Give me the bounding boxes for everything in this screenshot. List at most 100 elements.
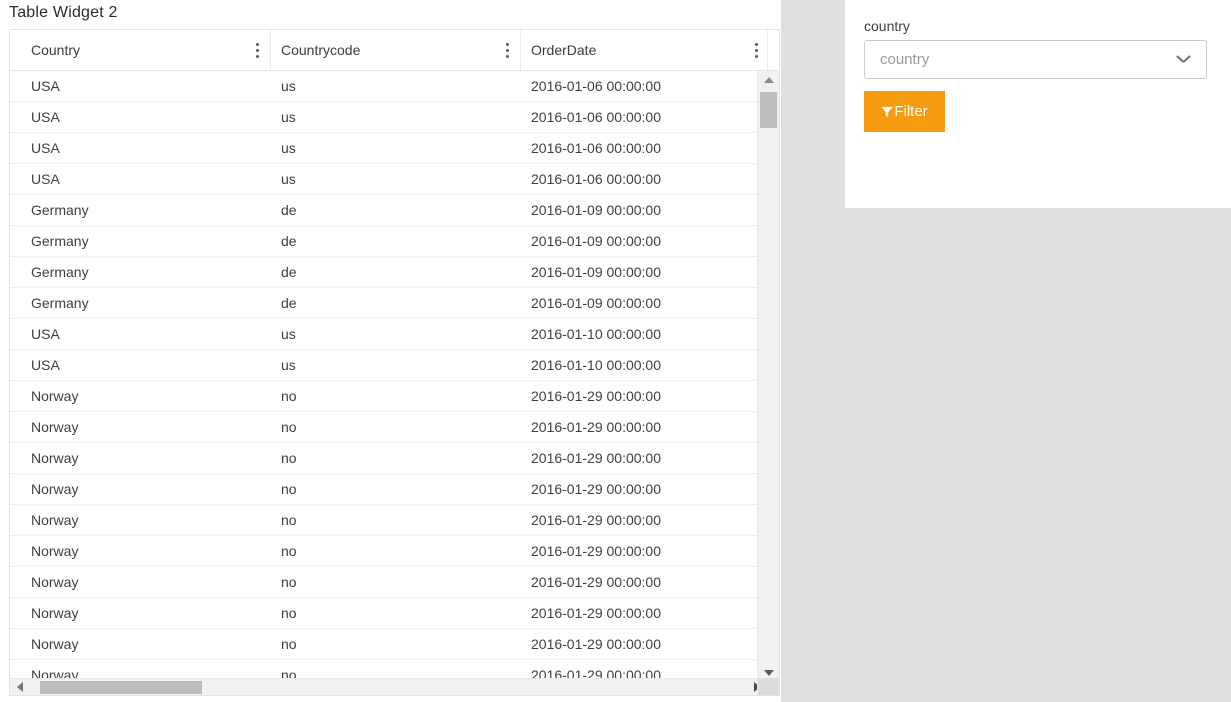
table-row[interactable]: Norway no 2016-01-29 00:00:00 <box>10 629 767 660</box>
cell-country: Norway <box>31 636 79 652</box>
cell-countrycode: us <box>281 326 296 342</box>
table-row[interactable]: USA us 2016-01-06 00:00:00 <box>10 102 767 133</box>
cell-country: Norway <box>31 388 79 404</box>
cell-countrycode: de <box>281 233 297 249</box>
widget-title: Table Widget 2 <box>9 4 118 21</box>
cell-countrycode: no <box>281 419 297 435</box>
country-select[interactable]: country <box>864 40 1207 79</box>
cell-countrycode: us <box>281 78 296 94</box>
cell-orderdate: 2016-01-29 00:00:00 <box>531 481 661 497</box>
table-row[interactable]: Norway no 2016-01-29 00:00:00 <box>10 443 767 474</box>
table-row[interactable]: USA us 2016-01-06 00:00:00 <box>10 133 767 164</box>
table-row[interactable]: Norway no 2016-01-29 00:00:00 <box>10 505 767 536</box>
table-row[interactable]: Norway no 2016-01-29 00:00:00 <box>10 474 767 505</box>
page-root: Table Widget 2 Country Countrycode Order… <box>0 0 1231 702</box>
table-row[interactable]: Norway no 2016-01-29 00:00:00 <box>10 412 767 443</box>
cell-orderdate: 2016-01-09 00:00:00 <box>531 295 661 311</box>
table-row[interactable]: USA us 2016-01-10 00:00:00 <box>10 350 767 381</box>
cell-country: Norway <box>31 419 79 435</box>
filter-button-label: Filter <box>894 103 928 120</box>
table-row[interactable]: USA us 2016-01-10 00:00:00 <box>10 319 767 350</box>
cell-countrycode: no <box>281 388 297 404</box>
cell-countrycode: us <box>281 140 296 156</box>
column-divider <box>767 30 768 70</box>
cell-countrycode: us <box>281 357 296 373</box>
cell-countrycode: no <box>281 543 297 559</box>
cell-orderdate: 2016-01-29 00:00:00 <box>531 574 661 590</box>
cell-country: USA <box>31 78 60 94</box>
table-row[interactable]: Norway no 2016-01-29 00:00:00 <box>10 598 767 629</box>
cell-countrycode: no <box>281 481 297 497</box>
cell-country: Norway <box>31 450 79 466</box>
cell-orderdate: 2016-01-06 00:00:00 <box>531 140 661 156</box>
cell-country: USA <box>31 171 60 187</box>
scrollbar-corner <box>757 678 779 695</box>
cell-country: USA <box>31 140 60 156</box>
table-row[interactable]: Norway no 2016-01-29 00:00:00 <box>10 381 767 412</box>
table-header-row: Country Countrycode OrderDate <box>10 30 779 71</box>
table-body: USA us 2016-01-06 00:00:00 USA us 2016-01-06 … <box>10 71 767 681</box>
cell-country: USA <box>31 357 60 373</box>
column-header-countrycode[interactable]: Countrycode <box>281 30 360 70</box>
column-header-orderdate[interactable]: OrderDate <box>531 30 596 70</box>
column-menu-country-icon[interactable] <box>256 43 259 58</box>
cell-orderdate: 2016-01-29 00:00:00 <box>531 512 661 528</box>
filter-button[interactable]: Filter <box>864 91 945 132</box>
cell-country: Norway <box>31 512 79 528</box>
cell-country: Germany <box>31 202 89 218</box>
cell-country: Germany <box>31 233 89 249</box>
column-header-label: Country <box>31 42 81 58</box>
cell-orderdate: 2016-01-09 00:00:00 <box>531 264 661 280</box>
cell-country: Norway <box>31 481 79 497</box>
column-header-country[interactable]: Country <box>31 30 80 70</box>
column-header-label: Countrycode <box>281 42 361 58</box>
cell-orderdate: 2016-01-06 00:00:00 <box>531 109 661 125</box>
cell-country: Germany <box>31 295 89 311</box>
cell-orderdate: 2016-01-09 00:00:00 <box>531 202 661 218</box>
table-row[interactable]: Germany de 2016-01-09 00:00:00 <box>10 288 767 319</box>
cell-orderdate: 2016-01-29 00:00:00 <box>531 450 661 466</box>
cell-countrycode: no <box>281 574 297 590</box>
table-container: Country Countrycode OrderDate USA us 201… <box>9 29 780 696</box>
vertical-scrollbar[interactable] <box>757 71 779 681</box>
cell-orderdate: 2016-01-29 00:00:00 <box>531 388 661 404</box>
cell-orderdate: 2016-01-29 00:00:00 <box>531 636 661 652</box>
cell-orderdate: 2016-01-29 00:00:00 <box>531 543 661 559</box>
cell-country: USA <box>31 109 60 125</box>
country-select-placeholder: country <box>880 51 930 68</box>
table-row[interactable]: Norway no 2016-01-29 00:00:00 <box>10 567 767 598</box>
table-row[interactable]: Germany de 2016-01-09 00:00:00 <box>10 195 767 226</box>
cell-countrycode: de <box>281 295 297 311</box>
column-divider <box>270 30 271 70</box>
funnel-icon <box>881 106 893 117</box>
column-header-label: OrderDate <box>531 42 597 58</box>
table-row[interactable]: Germany de 2016-01-09 00:00:00 <box>10 257 767 288</box>
scroll-up-arrow-icon[interactable] <box>758 71 779 88</box>
horizontal-scrollbar-thumb[interactable] <box>40 681 202 694</box>
cell-orderdate: 2016-01-10 00:00:00 <box>531 326 661 342</box>
table-row[interactable]: USA us 2016-01-06 00:00:00 <box>10 71 767 102</box>
horizontal-scrollbar[interactable] <box>10 678 767 695</box>
scroll-left-arrow-icon[interactable] <box>10 679 31 695</box>
cell-countrycode: no <box>281 512 297 528</box>
cell-country: Norway <box>31 605 79 621</box>
chevron-down-icon <box>1177 55 1190 63</box>
table-widget: Table Widget 2 Country Countrycode Order… <box>0 0 781 702</box>
column-menu-countrycode-icon[interactable] <box>506 43 509 58</box>
cell-countrycode: no <box>281 636 297 652</box>
cell-orderdate: 2016-01-29 00:00:00 <box>531 605 661 621</box>
country-field-label: country <box>864 18 910 34</box>
cell-countrycode: de <box>281 202 297 218</box>
column-divider <box>520 30 521 70</box>
cell-countrycode: no <box>281 605 297 621</box>
cell-countrycode: us <box>281 171 296 187</box>
table-row[interactable]: Norway no 2016-01-29 00:00:00 <box>10 536 767 567</box>
cell-country: Germany <box>31 264 89 280</box>
cell-country: Norway <box>31 543 79 559</box>
cell-orderdate: 2016-01-06 00:00:00 <box>531 171 661 187</box>
column-menu-orderdate-icon[interactable] <box>755 43 758 58</box>
table-row[interactable]: Germany de 2016-01-09 00:00:00 <box>10 226 767 257</box>
cell-orderdate: 2016-01-06 00:00:00 <box>531 78 661 94</box>
table-row[interactable]: USA us 2016-01-06 00:00:00 <box>10 164 767 195</box>
vertical-scrollbar-thumb[interactable] <box>760 92 777 128</box>
